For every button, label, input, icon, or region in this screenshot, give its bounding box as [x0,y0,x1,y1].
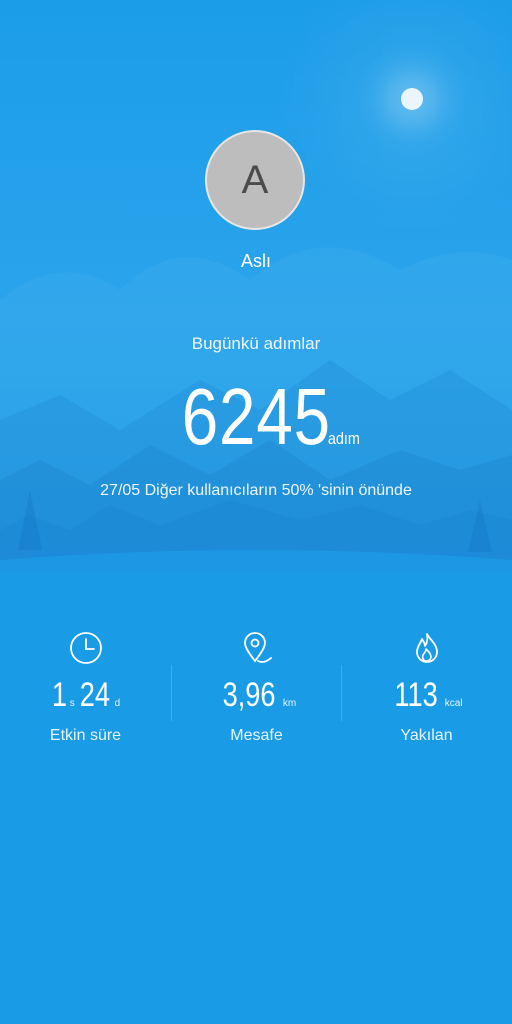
active-time-minutes: 24 [79,676,110,714]
distance-value: 3,96 [222,676,276,714]
avatar[interactable]: A [205,130,305,230]
stat-calories[interactable]: 113 kcal Yakılan [341,625,512,755]
active-time-value: 1 s 24 d [0,673,171,717]
avatar-initial: A [241,157,269,202]
sun-graphic [401,88,423,110]
stats-row: 1 s 24 d Etkin süre 3,96 km Mesafe 113 kcal Y… [0,625,512,755]
active-time-hours-unit: s [69,698,75,709]
steps-label: Bugünkü adımlar [191,334,321,353]
distance-label: Mesafe [230,727,283,744]
steps-value: 6245 [181,372,331,461]
flame-icon [415,633,438,663]
location-pin-icon [243,632,272,663]
ranking-text: 27/05 Diğer kullanıcıların 50% 'sinin ön… [100,482,412,499]
distance-unit: km [282,698,297,709]
calories-value: 113 [394,676,439,714]
user-name[interactable]: Aslı [0,251,512,272]
active-time-minutes-unit: d [114,698,121,709]
active-time-label: Etkin süre [49,727,122,744]
stat-distance[interactable]: 3,96 km Mesafe [171,625,342,755]
active-time-hours: 1 [51,676,67,714]
calories-label: Yakılan [400,727,453,744]
clock-icon [69,632,102,664]
steps-count[interactable]: 6245 adım [0,372,512,462]
distance-value-row: 3,96 km [171,673,342,717]
stat-active-time[interactable]: 1 s 24 d Etkin süre [0,625,171,755]
calories-value-row: 113 kcal [341,673,512,717]
steps-unit: adım [328,429,361,448]
calories-unit: kcal [444,698,463,709]
